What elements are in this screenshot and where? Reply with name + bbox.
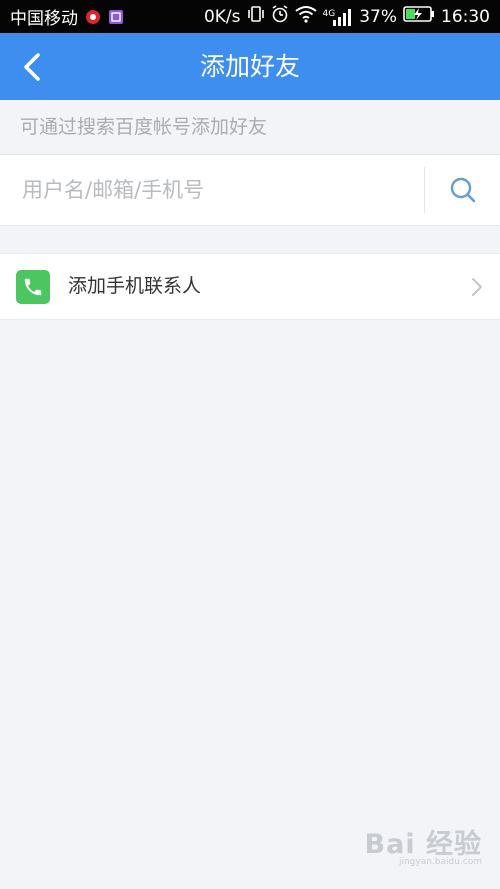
search-button[interactable] bbox=[425, 155, 500, 225]
status-bar-left: 中国移动 bbox=[10, 4, 130, 29]
network-type: 4G bbox=[322, 8, 336, 19]
phone-icon bbox=[16, 270, 50, 304]
baidu-jingyan-watermark: Bai 经验 jingyan.baidu.com bbox=[365, 822, 482, 867]
battery-percent: 37% bbox=[359, 6, 397, 27]
back-arrow-icon bbox=[24, 53, 40, 81]
add-phone-contacts-label: 添加手机联系人 bbox=[68, 275, 202, 297]
chevron-right-icon bbox=[472, 278, 482, 296]
network-speed: 0K/s bbox=[203, 6, 241, 27]
page-title: 添加好友 bbox=[199, 52, 300, 81]
battery-icon bbox=[403, 6, 435, 27]
search-hint-text: 可通过搜索百度帐号添加好友 bbox=[20, 116, 268, 138]
search-input[interactable] bbox=[0, 155, 424, 225]
status-bar: 中国移动 0K/s 4G 37% 16:30 bbox=[0, 0, 500, 33]
cell-signal: 4G bbox=[323, 8, 354, 26]
gallery-notification-icon bbox=[108, 9, 124, 25]
clock-time: 16:30 bbox=[441, 6, 490, 27]
add-phone-contacts-row[interactable]: 添加手机联系人 bbox=[0, 253, 500, 320]
alarm-icon bbox=[271, 5, 289, 28]
search-box bbox=[0, 154, 500, 226]
carrier-label: 中国移动 bbox=[10, 9, 78, 29]
vibrate-icon bbox=[247, 5, 265, 28]
wifi-icon bbox=[294, 5, 317, 28]
search-icon bbox=[450, 177, 475, 203]
watermark-logo: Bai 经验 bbox=[364, 829, 482, 860]
header-bar: 添加好友 bbox=[0, 33, 500, 100]
watermark-url: jingyan.baidu.com bbox=[398, 857, 482, 867]
back-button[interactable] bbox=[14, 49, 50, 85]
app-notification-icon bbox=[84, 9, 102, 25]
status-bar-right: 0K/s 4G 37% 16:30 bbox=[204, 5, 490, 28]
